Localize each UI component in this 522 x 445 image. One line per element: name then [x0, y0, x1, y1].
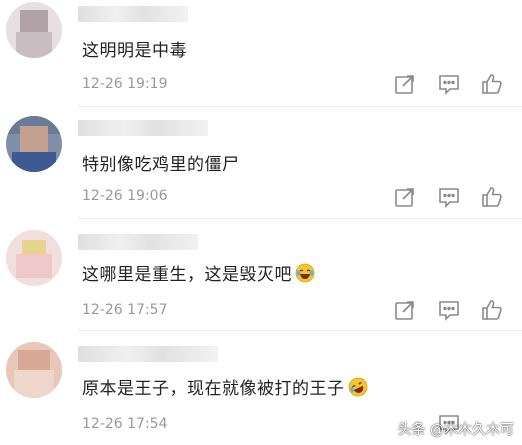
comment-text-content: 这哪里是重生，这是毁灭吧: [82, 265, 292, 285]
rolling-laughing-emoji: [348, 377, 367, 397]
avatar[interactable]: [6, 116, 62, 172]
thumbs-up-icon[interactable]: [480, 72, 504, 96]
avatar[interactable]: [6, 342, 62, 398]
comment-text: 原本是王子，现在就像被打的王子: [82, 374, 368, 399]
share-arrow-icon[interactable]: [393, 72, 417, 96]
share-arrow-icon[interactable]: [393, 298, 417, 322]
comment-time: 12-26 17:54: [82, 416, 168, 432]
divider: [78, 330, 522, 331]
divider: [78, 106, 522, 107]
username-blurred[interactable]: [78, 6, 188, 22]
divider: [78, 218, 522, 219]
share-arrow-icon[interactable]: [393, 185, 417, 209]
username-blurred[interactable]: [78, 120, 208, 136]
comment-bubble-icon[interactable]: [437, 298, 461, 322]
comment-text-content: 原本是王子，现在就像被打的王子: [82, 379, 345, 399]
comment-item: 这哪里是重生，这是毁灭吧 12-26 17:57: [0, 220, 522, 332]
comment-text: 这明明是中毒: [82, 41, 187, 61]
username-blurred[interactable]: [78, 234, 198, 250]
comment-item: 这明明是中毒 12-26 19:19: [0, 0, 522, 108]
comment-text: 这哪里是重生，这是毁灭吧: [82, 260, 315, 285]
comment-bubble-icon[interactable]: [437, 185, 461, 209]
comment-text: 特别像吃鸡里的僵尸: [82, 155, 240, 175]
watermark: 头条 @木木久木可: [397, 422, 514, 438]
comment-time: 12-26 19:19: [82, 76, 168, 92]
laughing-tears-emoji: [295, 263, 315, 283]
comment-time: 12-26 17:57: [82, 302, 168, 318]
username-blurred[interactable]: [78, 346, 218, 362]
comment-bubble-icon[interactable]: [437, 72, 461, 96]
comment-item: 特别像吃鸡里的僵尸 12-26 19:06: [0, 108, 522, 220]
thumbs-up-icon[interactable]: [480, 185, 504, 209]
avatar[interactable]: [6, 2, 62, 58]
thumbs-up-icon[interactable]: [480, 298, 504, 322]
comment-time: 12-26 19:06: [82, 188, 168, 204]
avatar[interactable]: [6, 230, 62, 286]
